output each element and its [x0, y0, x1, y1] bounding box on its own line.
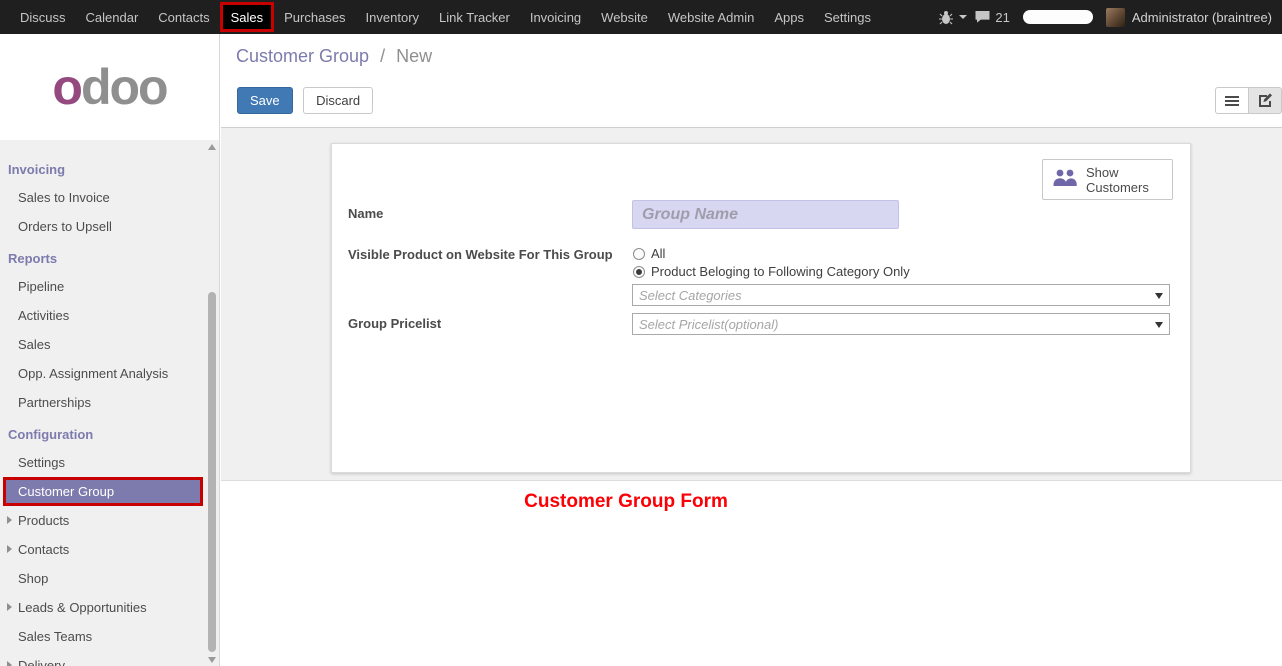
sidebar-item-label: Products	[18, 513, 69, 528]
sidebar-item-sales-teams[interactable]: Sales Teams	[0, 622, 219, 651]
breadcrumb: Customer Group / New	[236, 46, 432, 67]
scrollbar-thumb[interactable]	[208, 292, 216, 652]
chevron-right-icon	[7, 603, 12, 611]
sidebar-item-customer-group[interactable]: Customer Group	[3, 477, 203, 506]
chevron-right-icon	[7, 516, 12, 524]
edit-form-icon	[1258, 92, 1273, 110]
timer-widget	[1023, 10, 1093, 24]
radio-option-category[interactable]: Product Beloging to Following Category O…	[633, 264, 910, 279]
control-panel: Customer Group / New Save Discard	[221, 34, 1282, 128]
sidebar-item-label: Delivery	[18, 658, 65, 666]
dropdown-caret-icon	[1155, 322, 1163, 328]
below-form-area: Customer Group Form	[221, 482, 1282, 666]
menu-contacts[interactable]: Contacts	[148, 0, 219, 34]
section-heading-configuration: Configuration	[0, 417, 219, 448]
user-avatar[interactable]	[1106, 8, 1125, 27]
scroll-down-arrow-icon[interactable]	[208, 657, 216, 663]
group-name-input[interactable]	[632, 200, 899, 229]
show-customers-button[interactable]: Show Customers	[1042, 159, 1173, 200]
categories-placeholder: Select Categories	[639, 288, 742, 303]
radio-checked-icon	[633, 266, 645, 278]
menu-inventory[interactable]: Inventory	[356, 0, 429, 34]
radio-option-category-label: Product Beloging to Following Category O…	[651, 264, 910, 279]
top-navbar: Discuss Calendar Contacts Sales Purchase…	[0, 0, 1282, 34]
annotation-caption: Customer Group Form	[401, 491, 851, 513]
main-area: Customer Group / New Save Discard	[221, 34, 1282, 666]
logo-first-letter: o	[52, 59, 81, 115]
record-action-buttons: Save Discard	[237, 87, 373, 114]
section-heading-invoicing: Invoicing	[0, 152, 219, 183]
sidebar-item-label: Contacts	[18, 542, 69, 557]
sidebar-item-sales-to-invoice[interactable]: Sales to Invoice	[0, 183, 219, 212]
visibility-label: Visible Product on Website For This Grou…	[348, 247, 613, 262]
sidebar: odoo Invoicing Sales to Invoice Orders t…	[0, 34, 220, 666]
menu-apps[interactable]: Apps	[764, 0, 814, 34]
chevron-right-icon	[7, 661, 12, 666]
menu-website[interactable]: Website	[591, 0, 658, 34]
list-view-button[interactable]	[1215, 87, 1249, 114]
menu-invoicing[interactable]: Invoicing	[520, 0, 591, 34]
menu-discuss[interactable]: Discuss	[10, 0, 76, 34]
menu-sales[interactable]: Sales	[220, 2, 275, 32]
sidebar-item-products[interactable]: Products	[0, 506, 219, 535]
messages-bubble-icon[interactable]	[974, 10, 991, 24]
sidebar-menu: Invoicing Sales to Invoice Orders to Ups…	[0, 140, 219, 666]
debug-caret-down-icon[interactable]	[959, 15, 967, 19]
radio-option-all[interactable]: All	[633, 246, 665, 261]
discard-button[interactable]: Discard	[303, 87, 373, 114]
menu-website-admin[interactable]: Website Admin	[658, 0, 764, 34]
menu-purchases[interactable]: Purchases	[274, 0, 355, 34]
sidebar-scrollbar	[206, 142, 218, 666]
name-label: Name	[348, 206, 383, 221]
logo-area: odoo	[0, 34, 219, 140]
menu-link-tracker[interactable]: Link Tracker	[429, 0, 520, 34]
sidebar-item-pipeline[interactable]: Pipeline	[0, 272, 219, 301]
logo-rest-letters: doo	[81, 59, 167, 115]
breadcrumb-separator: /	[380, 46, 385, 66]
customers-people-icon	[1051, 167, 1079, 192]
breadcrumb-current-new: New	[396, 46, 432, 66]
sidebar-item-delivery[interactable]: Delivery	[0, 651, 219, 666]
section-heading-reports: Reports	[0, 241, 219, 272]
form-view-container: Show Customers Name Visible Product on W…	[221, 128, 1282, 481]
sidebar-item-leads-opportunities[interactable]: Leads & Opportunities	[0, 593, 219, 622]
sidebar-item-settings[interactable]: Settings	[0, 448, 219, 477]
menu-settings[interactable]: Settings	[814, 0, 881, 34]
odoo-app-window: Discuss Calendar Contacts Sales Purchase…	[0, 0, 1282, 666]
sidebar-item-sales[interactable]: Sales	[0, 330, 219, 359]
sidebar-item-partnerships[interactable]: Partnerships	[0, 388, 219, 417]
scroll-up-arrow-icon[interactable]	[208, 144, 216, 150]
sidebar-item-contacts[interactable]: Contacts	[0, 535, 219, 564]
sidebar-item-opp-assignment-analysis[interactable]: Opp. Assignment Analysis	[0, 359, 219, 388]
pricelist-select[interactable]: Select Pricelist(optional)	[632, 313, 1170, 335]
radio-option-all-label: All	[651, 246, 665, 261]
user-menu[interactable]: Administrator (braintree)	[1132, 10, 1272, 25]
pricelist-label: Group Pricelist	[348, 316, 441, 331]
debug-bug-icon[interactable]	[938, 10, 954, 25]
form-view-button[interactable]	[1248, 87, 1282, 114]
sidebar-item-shop[interactable]: Shop	[0, 564, 219, 593]
categories-select[interactable]: Select Categories	[632, 284, 1170, 306]
list-icon	[1225, 94, 1239, 108]
sidebar-item-label: Leads & Opportunities	[18, 600, 147, 615]
odoo-logo[interactable]: odoo	[52, 62, 166, 112]
sidebar-item-orders-to-upsell[interactable]: Orders to Upsell	[0, 212, 219, 241]
pricelist-placeholder: Select Pricelist(optional)	[639, 317, 778, 332]
main-menu: Discuss Calendar Contacts Sales Purchase…	[0, 0, 881, 34]
dropdown-caret-icon	[1155, 293, 1163, 299]
save-button[interactable]: Save	[237, 87, 293, 114]
sidebar-item-activities[interactable]: Activities	[0, 301, 219, 330]
chevron-right-icon	[7, 545, 12, 553]
menu-calendar[interactable]: Calendar	[76, 0, 149, 34]
radio-unchecked-icon	[633, 248, 645, 260]
messages-count: 21	[995, 10, 1009, 25]
view-switcher	[1215, 87, 1282, 114]
breadcrumb-customer-group-link[interactable]: Customer Group	[236, 46, 369, 66]
customer-group-form-sheet: Show Customers Name Visible Product on W…	[331, 143, 1191, 473]
show-customers-label: Show Customers	[1086, 165, 1154, 195]
topbar-right-controls: 21 Administrator (braintree)	[938, 8, 1282, 27]
